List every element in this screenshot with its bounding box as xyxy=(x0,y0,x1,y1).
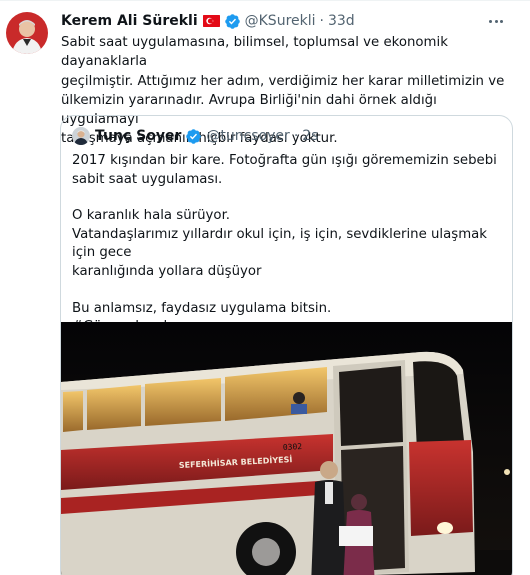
quoted-text-line: O karanlık hala sürüyor. xyxy=(72,208,231,224)
author-handle[interactable]: @KSurekli xyxy=(245,13,316,29)
quoted-author-handle: @tuncsoyer xyxy=(206,128,290,144)
quoted-author-name: Tunç Soyer xyxy=(95,128,182,144)
author-name[interactable]: Kerem Ali Sürekli xyxy=(61,13,198,29)
separator-dot: · xyxy=(319,13,324,29)
quoted-tweet-text: 2017 kışından bir kare. Fotoğrafta gün ı… xyxy=(72,152,504,337)
tweet-timestamp[interactable]: 33d xyxy=(328,13,355,29)
quoted-tweet[interactable]: Tunç Soyer @tuncsoyer · 2s 2017 kışından… xyxy=(60,115,513,575)
quoted-text-line: karanlığında yollara düşüyor xyxy=(72,263,262,279)
quoted-text-line: Vatandaşlarımız yıllardır okul için, iş … xyxy=(72,226,488,261)
tweet-header: Kerem Ali Sürekli @KSurekli · 33d xyxy=(61,11,355,31)
tweet-text-line: Sabit saat uygulamasına, bilimsel, toplu… xyxy=(61,35,448,70)
verified-badge-icon xyxy=(185,128,202,145)
avatar-image xyxy=(6,12,48,54)
quoted-text-line: 2017 kışından bir kare. Fotoğrafta gün ı… xyxy=(72,153,497,168)
quoted-text-line: Bu anlamsız, faydasız uygulama bitsin. xyxy=(72,300,332,316)
more-options-icon[interactable] xyxy=(484,10,508,32)
quoted-tweet-header: Tunç Soyer @tuncsoyer · 2s xyxy=(72,126,318,146)
quoted-text-line: sabit saat uygulaması. xyxy=(72,171,223,187)
author-avatar[interactable] xyxy=(6,12,48,54)
quoted-timestamp: 2s xyxy=(302,128,319,144)
separator-dot: · xyxy=(293,128,299,144)
tweet-text-line: geçilmiştir. Attığımız her adım, verdiği… xyxy=(61,73,505,89)
bus-number-text: 0302 xyxy=(283,442,303,452)
quoted-tweet-photo[interactable]: SEFERİHİSAR BELEDİYESİ 0302 xyxy=(61,322,512,575)
verified-badge-icon xyxy=(224,13,241,30)
quoted-author-avatar xyxy=(72,127,90,145)
tweet[interactable]: Kerem Ali Sürekli @KSurekli · 33d Sabit … xyxy=(0,0,530,575)
turkey-flag-icon xyxy=(202,15,220,27)
night-bus-photo: SEFERİHİSAR BELEDİYESİ 0302 xyxy=(61,322,512,575)
